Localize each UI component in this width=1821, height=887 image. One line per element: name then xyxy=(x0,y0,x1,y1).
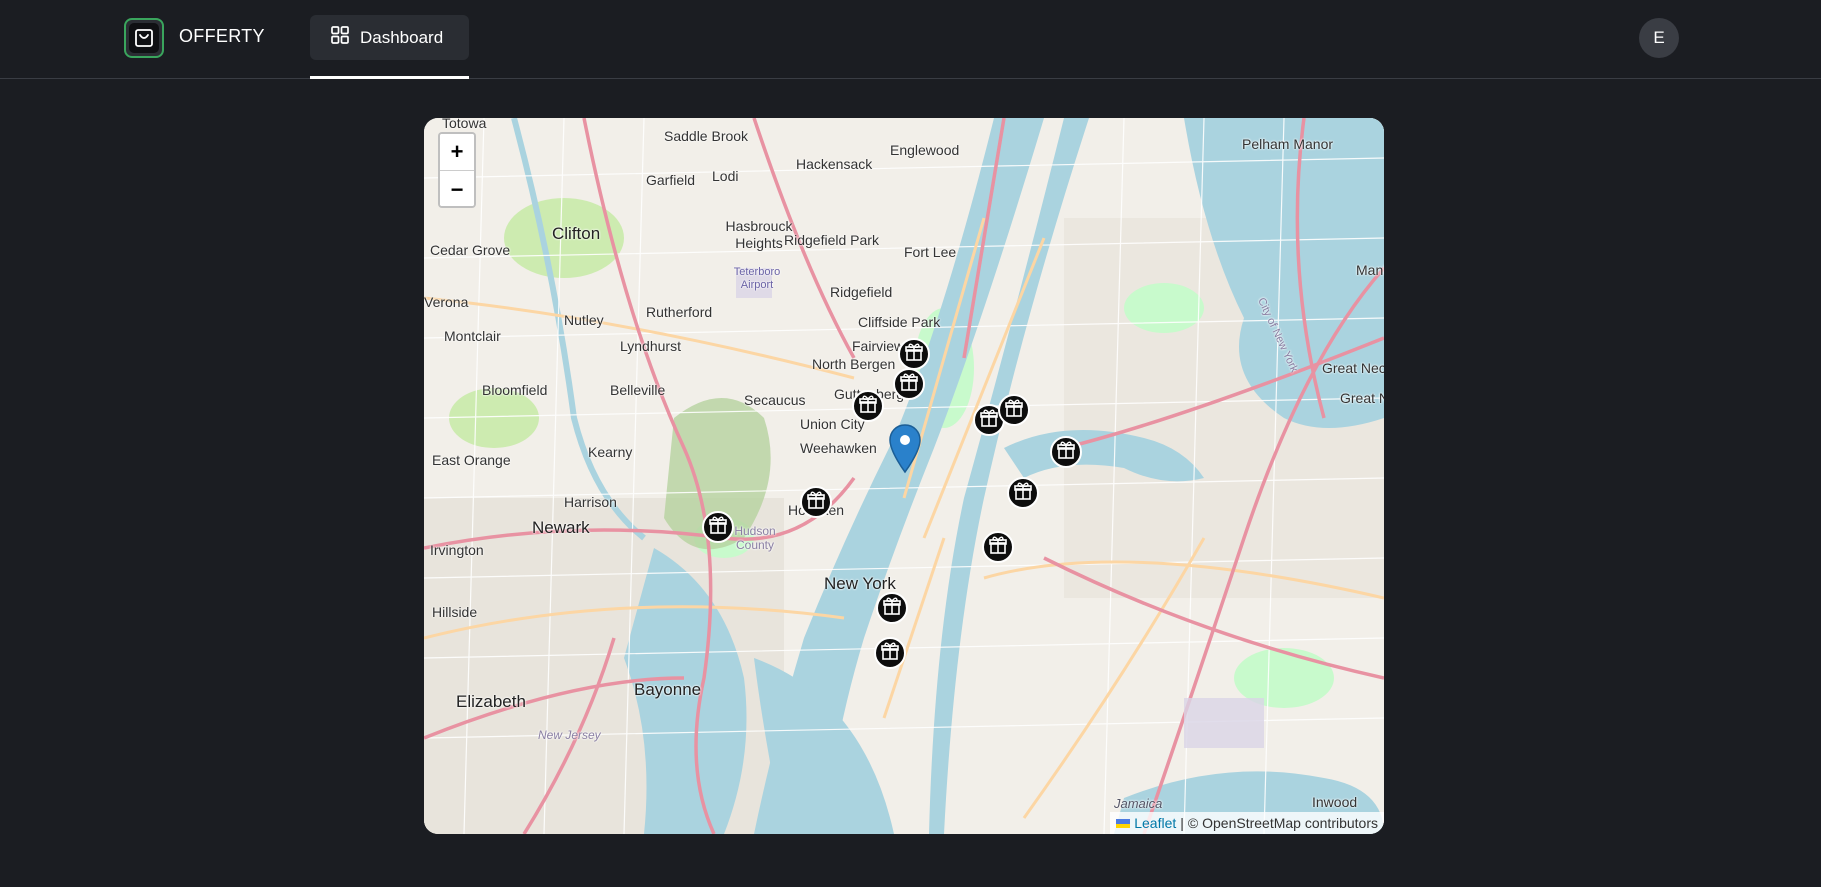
place-label: Newark xyxy=(532,518,590,537)
gift-icon xyxy=(880,641,900,666)
place-label: Lyndhurst xyxy=(620,338,681,354)
gift-icon xyxy=(858,394,878,419)
offer-marker[interactable] xyxy=(874,637,906,669)
app-logo[interactable] xyxy=(124,18,164,58)
offer-marker[interactable] xyxy=(876,592,908,624)
offer-marker[interactable] xyxy=(893,368,925,400)
zoom-in-button[interactable]: + xyxy=(440,134,474,171)
gift-icon xyxy=(899,372,919,397)
place-label: Irvington xyxy=(430,542,484,558)
offers-map[interactable]: Totowa Saddle Brook Hackensack Englewood… xyxy=(424,118,1384,834)
place-label: Hudson County xyxy=(734,524,776,552)
offer-marker[interactable] xyxy=(982,531,1014,563)
offer-marker[interactable] xyxy=(702,511,734,543)
gift-icon xyxy=(806,490,826,515)
attribution-separator: | xyxy=(1180,815,1184,831)
place-label: Hillside xyxy=(432,604,478,620)
place-label: Hackensack xyxy=(796,156,873,172)
place-label: East Orange xyxy=(432,452,511,468)
place-label: Bayonne xyxy=(634,680,702,699)
place-label: Montclair xyxy=(444,328,501,344)
offer-marker[interactable] xyxy=(852,390,884,422)
ukraine-flag-icon xyxy=(1116,819,1131,828)
place-label: Rutherford xyxy=(646,304,713,320)
gift-icon xyxy=(904,342,924,367)
place-label: Garfield xyxy=(646,172,696,188)
place-label: Englewood xyxy=(890,142,960,158)
gift-icon xyxy=(988,535,1008,560)
offer-marker[interactable] xyxy=(898,338,930,370)
place-label: Jamaica xyxy=(1114,796,1163,811)
place-label: Verona xyxy=(424,294,469,310)
place-label: Union City xyxy=(800,416,865,432)
place-label: Harrison xyxy=(564,494,617,510)
map-attribution: Leaflet | © OpenStreetMap contributors xyxy=(1110,812,1384,834)
place-label: Pelham Manor xyxy=(1242,136,1334,152)
brand-name[interactable]: OFFERTY xyxy=(179,26,265,47)
active-tab-indicator xyxy=(310,76,469,79)
shopping-bag-icon xyxy=(129,23,159,53)
place-label: Fort Lee xyxy=(904,244,957,260)
offer-marker[interactable] xyxy=(1007,477,1039,509)
top-navbar: OFFERTY Dashboard E xyxy=(0,0,1821,79)
place-label: Saddle Brook xyxy=(664,128,749,144)
gift-icon xyxy=(882,596,902,621)
place-label: Weehawken xyxy=(800,440,877,456)
place-label: Teterboro Airport xyxy=(733,266,781,291)
place-label: Great Neck xyxy=(1322,360,1384,376)
place-label: Kearny xyxy=(588,444,633,460)
place-label: Inwood xyxy=(1312,794,1358,810)
gift-icon xyxy=(1056,440,1076,465)
place-label: Nutley xyxy=(564,312,604,328)
tab-dashboard-label: Dashboard xyxy=(360,27,444,47)
place-label: Cedar Grove xyxy=(430,242,511,258)
place-label: Bloomfield xyxy=(482,382,548,398)
place-label: Lodi xyxy=(712,168,739,184)
offer-marker[interactable] xyxy=(1050,436,1082,468)
place-label: Ridgefield xyxy=(830,284,893,300)
zoom-control: + − xyxy=(438,132,476,208)
leaflet-link[interactable]: Leaflet xyxy=(1134,815,1176,831)
gift-icon xyxy=(1004,398,1024,423)
grid-icon xyxy=(330,25,350,50)
location-pin-icon[interactable] xyxy=(888,424,922,479)
offer-marker[interactable] xyxy=(800,486,832,518)
gift-icon xyxy=(979,408,999,433)
place-label: Elizabeth xyxy=(456,692,526,711)
user-avatar[interactable]: E xyxy=(1639,18,1679,58)
place-label: Totowa xyxy=(442,118,487,131)
offer-marker[interactable] xyxy=(998,394,1030,426)
tab-dashboard[interactable]: Dashboard xyxy=(310,15,469,60)
place-label: Manhasset xyxy=(1356,262,1384,278)
place-label: New Jersey xyxy=(538,728,601,742)
place-label: North Bergen xyxy=(812,356,896,372)
place-label: Great Neck Plaza xyxy=(1340,390,1384,406)
osm-attribution[interactable]: © OpenStreetMap contributors xyxy=(1188,815,1378,831)
place-label: Cliffside Park xyxy=(858,314,941,330)
zoom-out-button[interactable]: − xyxy=(440,171,474,206)
place-label: Clifton xyxy=(552,224,601,243)
place-label: Secaucus xyxy=(744,392,806,408)
gift-icon xyxy=(708,515,728,540)
place-label: Belleville xyxy=(610,382,666,398)
gift-icon xyxy=(1013,481,1033,506)
place-label: New York xyxy=(824,574,896,593)
place-label: Fairview xyxy=(852,338,905,354)
place-label: Ridgefield Park xyxy=(784,232,879,248)
